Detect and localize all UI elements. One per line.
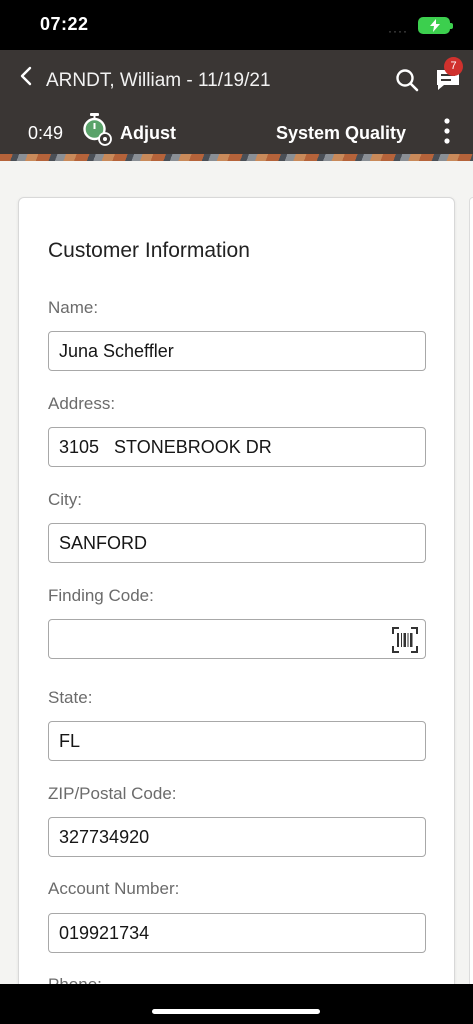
notification-badge: 7 <box>444 57 463 76</box>
address-field[interactable]: 3105 STONEBROOK DR <box>48 427 426 467</box>
finding-code-label: Finding Code: <box>48 586 154 605</box>
state-field[interactable]: FL <box>48 721 426 761</box>
card-title: Customer Information <box>48 239 250 262</box>
decorative-pattern <box>0 154 473 161</box>
home-indicator[interactable] <box>152 1009 320 1014</box>
status-bar: 07:22 ···· <box>0 0 473 50</box>
header-title: ARNDT, William - 11/19/21 <box>46 70 271 91</box>
name-field[interactable]: Juna Scheffler <box>48 331 426 371</box>
account-number-label: Account Number: <box>48 879 180 898</box>
account-number-field[interactable]: 019921734 <box>48 913 426 953</box>
city-field[interactable]: SANFORD <box>48 523 426 563</box>
app-header: ARNDT, William - 11/19/21 7 0:49 Adjust … <box>0 50 473 154</box>
zip-field[interactable]: 327734920 <box>48 817 426 857</box>
phone-label: Phone: <box>48 975 102 984</box>
timer-text: 0:49 <box>28 123 64 143</box>
search-icon[interactable] <box>394 67 420 93</box>
adjust-button[interactable]: Adjust <box>120 123 176 144</box>
stopwatch-icon[interactable] <box>80 112 114 146</box>
system-quality-label[interactable]: System Quality <box>276 123 406 144</box>
back-icon[interactable] <box>16 65 38 87</box>
signal-icon: ···· <box>388 24 408 38</box>
battery-icon <box>418 17 453 34</box>
barcode-scan-icon[interactable] <box>391 626 419 654</box>
finding-code-field[interactable] <box>48 619 426 659</box>
address-label: Address: <box>48 394 116 413</box>
more-options-icon[interactable] <box>440 118 454 144</box>
city-label: City: <box>48 490 82 509</box>
content-area[interactable]: Customer Information Name: Juna Scheffle… <box>0 161 473 984</box>
bottom-bar <box>0 984 473 1024</box>
state-label: State: <box>48 688 93 707</box>
next-card-edge <box>469 197 473 984</box>
customer-info-card: Customer Information Name: Juna Scheffle… <box>18 197 455 984</box>
name-label: Name: <box>48 298 99 317</box>
status-time: 07:22 <box>40 14 89 34</box>
zip-label: ZIP/Postal Code: <box>48 784 177 803</box>
